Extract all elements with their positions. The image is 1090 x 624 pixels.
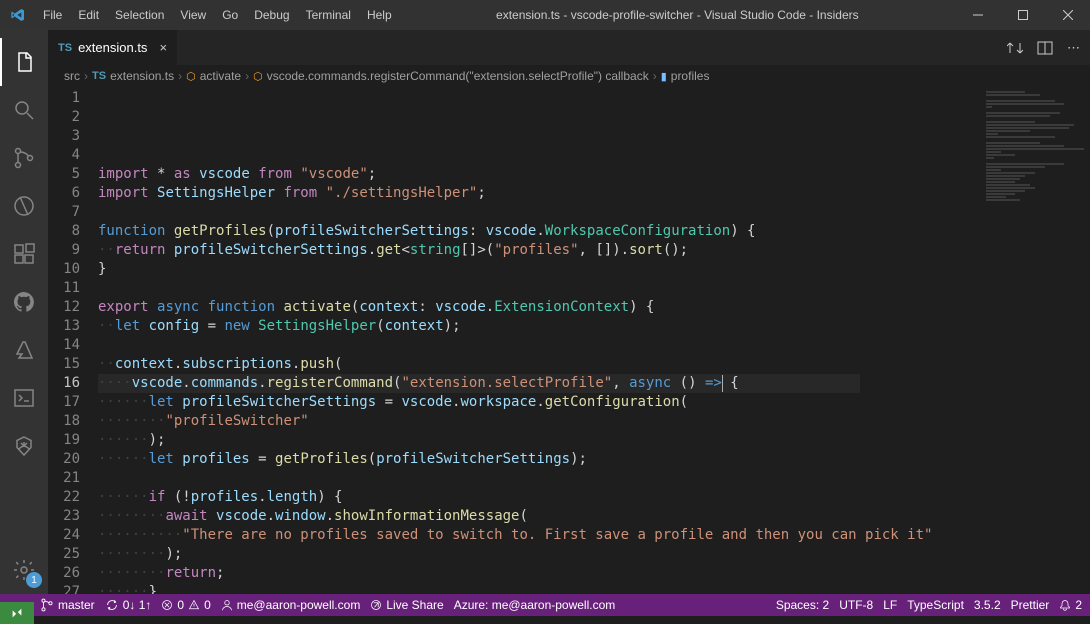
- menu-view[interactable]: View: [172, 8, 214, 22]
- github-icon[interactable]: [0, 278, 48, 326]
- settings-badge: 1: [26, 572, 42, 588]
- status-language[interactable]: TypeScript: [907, 598, 964, 612]
- source-control-icon[interactable]: [0, 134, 48, 182]
- crumb-activate[interactable]: activate: [200, 69, 241, 83]
- code-editor[interactable]: 1234567891011121314151617181920212223242…: [48, 87, 1090, 594]
- line-numbers: 1234567891011121314151617181920212223242…: [48, 87, 98, 594]
- app-icon: [0, 7, 35, 23]
- status-spaces[interactable]: Spaces: 2: [776, 598, 829, 612]
- menu-file[interactable]: File: [35, 8, 70, 22]
- method-icon: ⬡: [186, 70, 196, 83]
- method-icon: ⬡: [253, 70, 263, 83]
- editor-area: TS extension.ts × ⋯ src › TS extension.t…: [48, 30, 1090, 594]
- tab-label: extension.ts: [78, 40, 147, 55]
- minimize-button[interactable]: [955, 0, 1000, 30]
- status-notifications[interactable]: 2: [1059, 598, 1082, 612]
- menu-bar: File Edit Selection View Go Debug Termin…: [35, 8, 400, 22]
- kubernetes-icon[interactable]: [0, 422, 48, 470]
- settings-gear-icon[interactable]: 1: [0, 546, 48, 594]
- menu-debug[interactable]: Debug: [246, 8, 297, 22]
- remote-indicator[interactable]: [0, 602, 34, 624]
- typescript-file-icon: TS: [92, 70, 106, 82]
- close-icon[interactable]: ×: [159, 40, 167, 55]
- search-icon[interactable]: [0, 86, 48, 134]
- status-eol[interactable]: LF: [883, 598, 897, 612]
- status-encoding[interactable]: UTF-8: [839, 598, 873, 612]
- window-title: extension.ts - vscode-profile-switcher -…: [400, 8, 955, 22]
- debug-icon[interactable]: [0, 182, 48, 230]
- code-content[interactable]: import * as vscode from "vscode";import …: [98, 87, 980, 594]
- split-editor-icon[interactable]: [1037, 40, 1053, 56]
- status-branch[interactable]: master: [40, 598, 95, 612]
- status-prettier[interactable]: Prettier: [1011, 598, 1050, 612]
- status-bar: master 0↓ 1↑ 0 0 me@aaron-powell.com Liv…: [0, 594, 1090, 616]
- close-button[interactable]: [1045, 0, 1090, 30]
- azure-icon[interactable]: [0, 326, 48, 374]
- crumb-src[interactable]: src: [64, 69, 80, 83]
- status-problems[interactable]: 0 0: [161, 598, 210, 612]
- editor-tabs: TS extension.ts × ⋯: [48, 30, 1090, 65]
- minimap[interactable]: [980, 87, 1090, 594]
- status-ts-version[interactable]: 3.5.2: [974, 598, 1001, 612]
- menu-help[interactable]: Help: [359, 8, 400, 22]
- status-azure[interactable]: Azure: me@aaron-powell.com: [454, 598, 616, 612]
- crumb-file[interactable]: extension.ts: [110, 69, 174, 83]
- crumb-callback[interactable]: vscode.commands.registerCommand("extensi…: [267, 69, 649, 83]
- status-sync[interactable]: 0↓ 1↑: [105, 598, 152, 612]
- maximize-button[interactable]: [1000, 0, 1045, 30]
- terminal-icon[interactable]: [0, 374, 48, 422]
- menu-terminal[interactable]: Terminal: [298, 8, 359, 22]
- status-liveshare[interactable]: Live Share: [370, 598, 443, 612]
- menu-selection[interactable]: Selection: [107, 8, 172, 22]
- compare-icon[interactable]: [1007, 40, 1023, 56]
- crumb-profiles[interactable]: profiles: [671, 69, 710, 83]
- breadcrumbs[interactable]: src › TS extension.ts › ⬡ activate › ⬡ v…: [48, 65, 1090, 87]
- variable-icon: ▮: [661, 70, 667, 83]
- window-controls: [955, 0, 1090, 30]
- more-icon[interactable]: ⋯: [1067, 40, 1080, 56]
- activity-bar: 1: [0, 30, 48, 594]
- menu-edit[interactable]: Edit: [70, 8, 107, 22]
- explorer-icon[interactable]: [0, 38, 48, 86]
- tab-extension-ts[interactable]: TS extension.ts ×: [48, 30, 177, 65]
- menu-go[interactable]: Go: [214, 8, 246, 22]
- status-account[interactable]: me@aaron-powell.com: [221, 598, 361, 612]
- titlebar: File Edit Selection View Go Debug Termin…: [0, 0, 1090, 30]
- extensions-icon[interactable]: [0, 230, 48, 278]
- typescript-file-icon: TS: [58, 42, 72, 54]
